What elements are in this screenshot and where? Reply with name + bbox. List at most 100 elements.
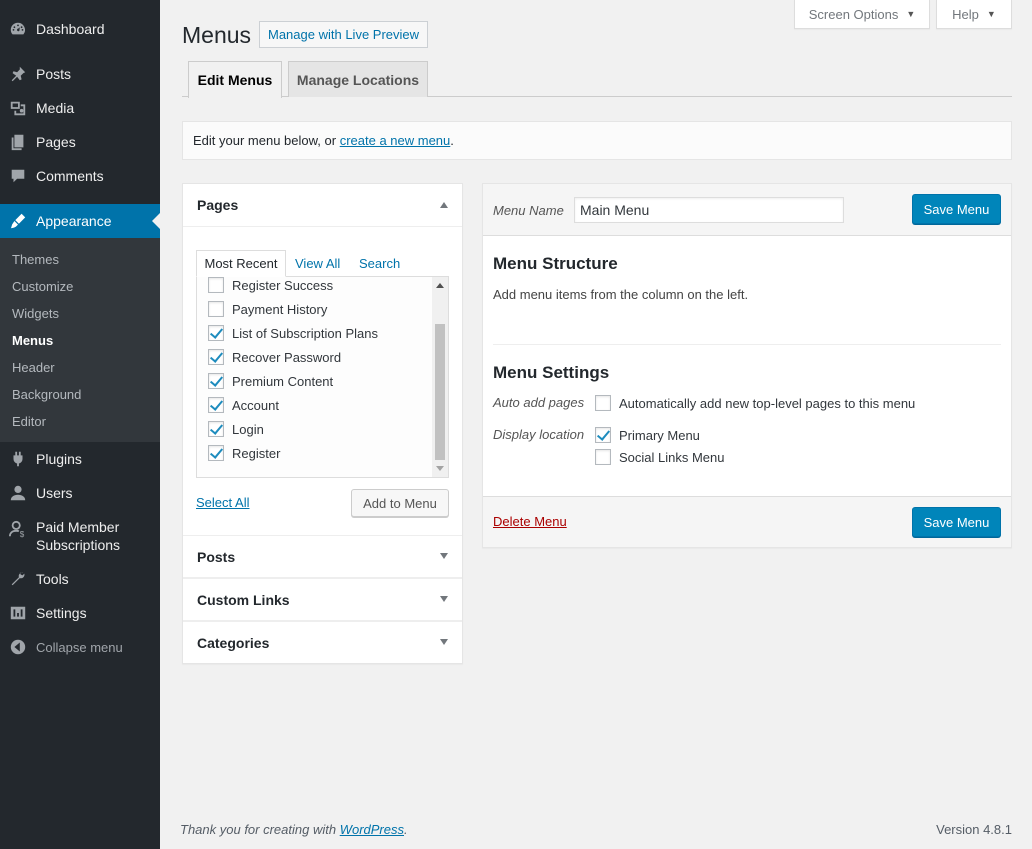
list-item[interactable]: Login [208,419,264,439]
create-new-menu-link[interactable]: create a new menu [340,133,451,148]
checkbox[interactable] [208,421,224,437]
sidebar-item-appearance[interactable]: Appearance [0,204,160,238]
delete-menu-link[interactable]: Delete Menu [493,514,567,529]
settings-icon [0,604,36,622]
sidebar-item-pages[interactable]: Pages [0,125,160,159]
notice-text: Edit your menu below, or [193,133,337,148]
list-item[interactable]: Recover Password [208,347,341,367]
notice-suffix: . [450,133,454,148]
checkbox[interactable] [208,277,224,293]
scroll-thumb[interactable] [435,324,445,460]
list-item[interactable]: Payment History [208,299,327,319]
submenu-item-themes[interactable]: Themes [12,252,59,267]
sidebar-item-tools[interactable]: Tools [0,562,160,596]
sidebar-item-dashboard[interactable]: Dashboard [0,12,160,46]
accordion-section-custom-links[interactable]: Custom Links [183,578,462,621]
sidebar-item-paid-member-subscriptions[interactable]: $ Paid Member Subscriptions [0,512,160,560]
tab-view-all[interactable]: View All [295,250,340,277]
checkbox[interactable] [208,397,224,413]
submenu-item-widgets[interactable]: Widgets [12,306,59,321]
tab-edit-menus[interactable]: Edit Menus [188,61,282,98]
page-label: List of Subscription Plans [232,325,378,341]
appearance-submenu: Themes Customize Widgets Menus Header Ba… [0,238,160,442]
page-label: Register Success [232,277,334,293]
checkbox[interactable] [208,373,224,389]
wordpress-link[interactable]: WordPress [340,822,404,837]
menu-structure-title: Menu Structure [493,254,618,273]
help-button[interactable]: Help ▼ [936,0,1012,29]
list-item[interactable]: Premium Content [208,371,333,391]
users-icon [0,484,36,502]
submenu-item-customize[interactable]: Customize [12,279,73,294]
checkbox[interactable] [595,427,611,443]
checkbox[interactable] [208,349,224,365]
members-icon: $ [0,520,36,538]
option-label: Social Links Menu [619,449,725,465]
save-menu-button-top[interactable]: Save Menu [912,194,1001,224]
menu-name-input[interactable]: Main Menu [574,197,844,223]
checkbox[interactable] [208,325,224,341]
page-label: Premium Content [232,373,334,389]
footer-thanks: Thank you for creating with WordPress. [180,822,408,837]
menu-settings-title: Menu Settings [493,363,610,382]
sidebar-item-plugins[interactable]: Plugins [0,442,160,476]
sidebar-item-posts[interactable]: Posts [0,57,160,91]
submenu-item-background[interactable]: Background [12,387,81,402]
scroll-down-icon[interactable] [436,466,444,471]
pages-checklist: Register Success Payment History List of… [196,276,449,478]
checkbox[interactable] [595,395,611,411]
media-icon [0,99,36,117]
accordion-section-posts[interactable]: Posts [183,535,462,578]
checklist-scrollbar[interactable] [432,277,448,477]
auto-add-option[interactable]: Automatically add new top-level pages to… [595,393,915,413]
collapse-icon [0,638,36,656]
screen-options-button[interactable]: Screen Options ▼ [794,0,930,29]
sidebar-item-label: Posts [36,66,72,82]
manage-menus-notice: Edit your menu below, or create a new me… [182,121,1012,160]
footer-text: Thank you for creating with [180,822,340,837]
page-label: Recover Password [232,349,342,365]
help-label: Help [952,6,979,22]
caret-down-icon: ▼ [986,9,996,19]
dashboard-icon [0,20,36,38]
live-preview-button[interactable]: Manage with Live Preview [259,21,429,48]
page-label: Register [232,445,281,461]
checkbox[interactable] [595,449,611,465]
sidebar-item-label: Users [36,485,73,501]
tools-icon [0,570,36,588]
sidebar-item-comments[interactable]: Comments [0,159,160,193]
page-label: Login [232,421,264,437]
checkbox[interactable] [208,445,224,461]
list-item[interactable]: Account [208,395,279,415]
location-primary-menu[interactable]: Primary Menu [595,425,700,445]
sidebar-item-users[interactable]: Users [0,476,160,510]
save-menu-button-bottom[interactable]: Save Menu [912,507,1001,537]
section-title: Categories [197,635,270,651]
location-social-links-menu[interactable]: Social Links Menu [595,447,725,467]
submenu-item-menus[interactable]: Menus [12,333,53,348]
sidebar-item-media[interactable]: Media [0,91,160,125]
accordion-section-categories[interactable]: Categories [183,621,462,664]
sidebar-item-label: Tools [36,571,69,587]
tab-manage-locations[interactable]: Manage Locations [288,61,428,97]
tab-search[interactable]: Search [359,250,400,277]
scroll-up-icon[interactable] [436,283,444,288]
display-location-label: Display location [493,427,585,442]
checkbox[interactable] [208,301,224,317]
accordion-section-pages[interactable]: Pages [183,184,462,227]
menu-name-label: Menu Name [493,203,564,218]
appearance-icon [0,212,36,230]
pages-icon [0,133,36,151]
list-item[interactable]: Register [208,443,280,463]
submenu-item-editor[interactable]: Editor [12,414,46,429]
collapse-menu-button[interactable]: Collapse menu [0,630,160,664]
footer-suffix: . [404,822,408,837]
sidebar-item-settings[interactable]: Settings [0,596,160,630]
submenu-item-header[interactable]: Header [12,360,55,375]
add-to-menu-button[interactable]: Add to Menu [351,489,449,517]
section-divider [493,344,1001,345]
tab-most-recent[interactable]: Most Recent [196,250,286,277]
select-all-link[interactable]: Select All [196,495,249,510]
list-item[interactable]: List of Subscription Plans [208,323,378,343]
list-item[interactable]: Register Success [208,277,334,295]
